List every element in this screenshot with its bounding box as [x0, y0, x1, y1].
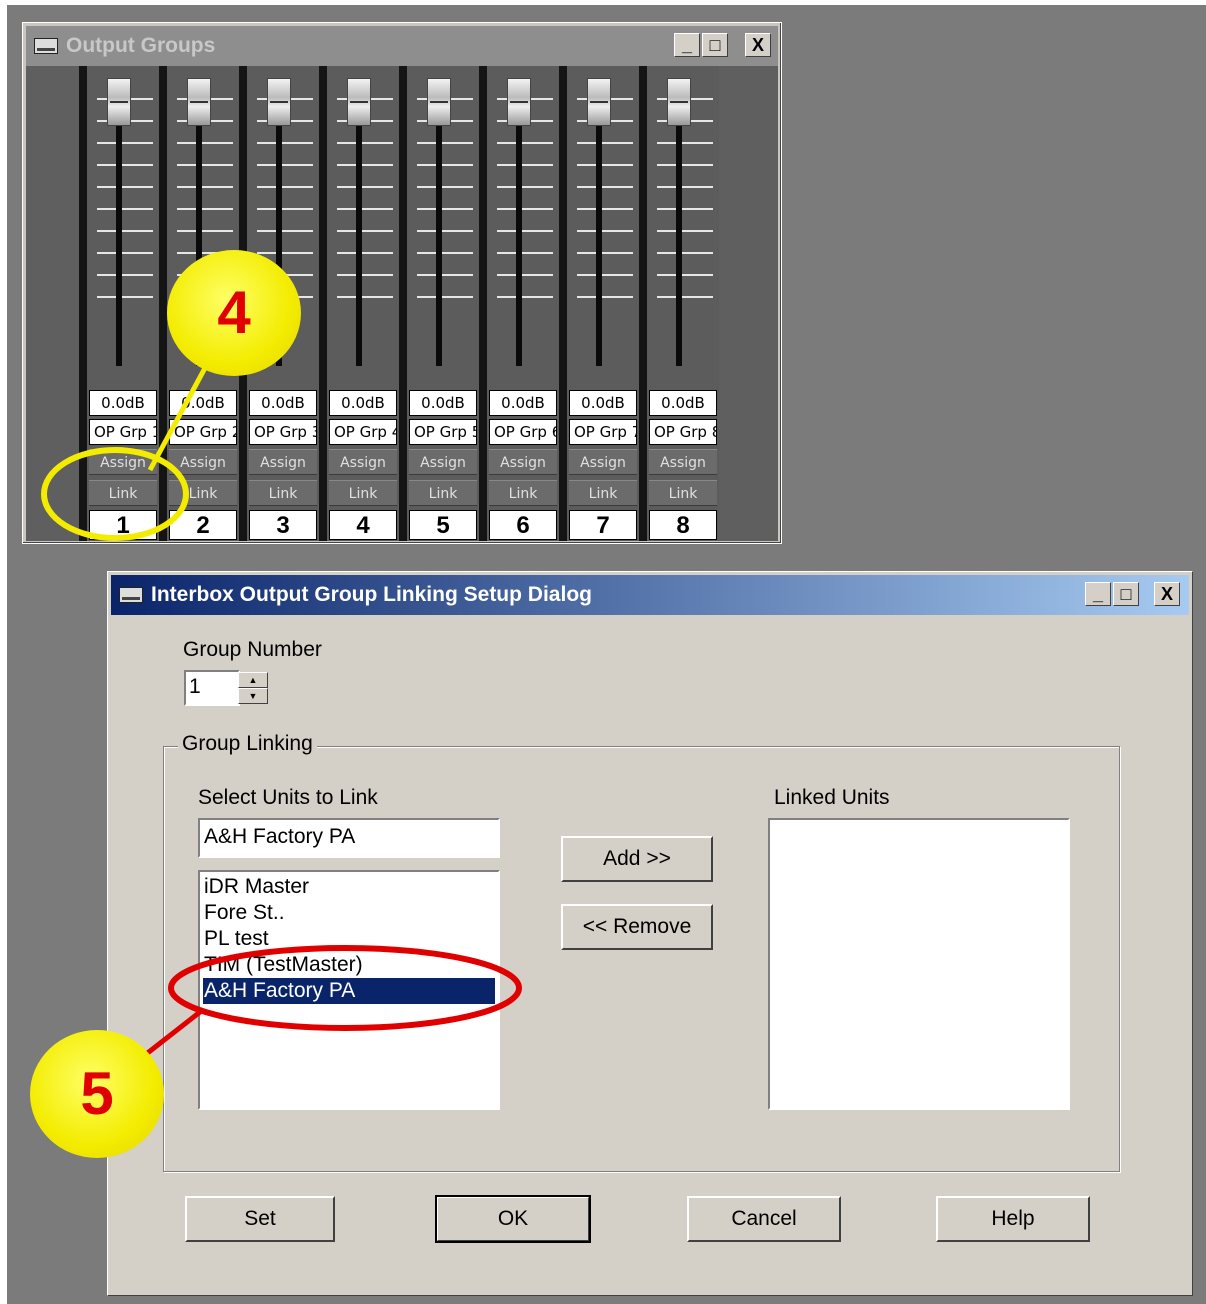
- step-4-callout: 4: [167, 250, 301, 376]
- callout-5-pointer: [143, 1010, 202, 1057]
- callout-4-pointer: [147, 366, 208, 472]
- annotation-overlay: [41, 366, 522, 1057]
- step-5-callout: 5: [30, 1030, 164, 1158]
- link-button-highlight-ring: [41, 447, 189, 541]
- selected-unit-highlight-ring: [168, 945, 522, 1031]
